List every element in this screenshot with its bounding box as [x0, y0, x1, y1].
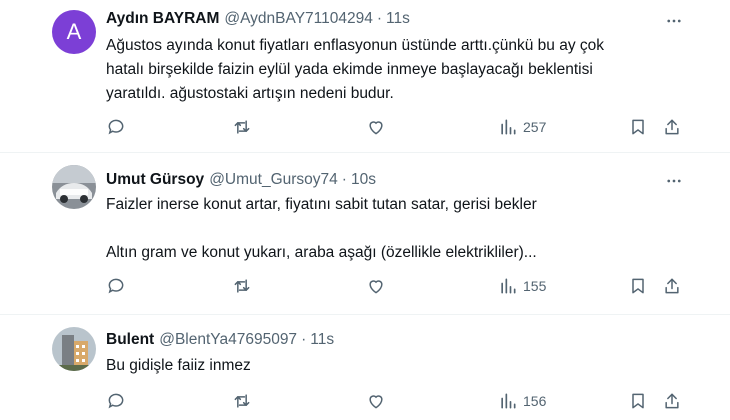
tweet[interactable]: Umut Gürsoy @Umut_Gursoy74 · 10s Faizler… — [0, 153, 730, 314]
bookmark-button[interactable] — [628, 390, 648, 412]
retweet-icon — [234, 120, 250, 134]
reply-button[interactable] — [106, 275, 126, 297]
more-options-icon[interactable] — [664, 11, 684, 31]
avatar[interactable] — [52, 165, 96, 209]
bookmark-icon — [632, 119, 644, 135]
tweet-text: Bu gidişle faiiz inmez — [106, 354, 666, 378]
heart-icon — [369, 121, 383, 135]
tweet[interactable]: Bulent @BlentYa47695097 · 11s Bu gidişle… — [0, 315, 730, 420]
author-name[interactable]: Umut Gürsoy — [106, 171, 204, 189]
author-handle[interactable]: @BlentYa47695097 — [159, 331, 297, 349]
more-options-icon[interactable] — [664, 171, 684, 191]
tweet-text-line: Ağustos ayında konut fiyatları enflasyon… — [106, 37, 605, 54]
tweet-text-line: Bu gidişle faiiz inmez — [106, 357, 251, 374]
bookmark-button[interactable] — [628, 275, 648, 297]
views-button[interactable]: 156 — [498, 390, 546, 412]
views-icon — [501, 119, 516, 135]
retweet-button[interactable] — [232, 116, 252, 138]
separator-dot: · — [376, 10, 383, 27]
timestamp[interactable]: 10s — [351, 171, 376, 189]
bookmark-icon — [632, 278, 644, 294]
share-icon — [665, 278, 679, 294]
author-handle[interactable]: @Umut_Gursoy74 — [209, 171, 338, 189]
tweet-actions: 155 — [106, 275, 686, 297]
reply-button[interactable] — [106, 116, 126, 138]
reply-icon — [108, 119, 124, 135]
share-button[interactable] — [662, 390, 682, 412]
share-button[interactable] — [662, 275, 682, 297]
tweet-text-line: hatalı birşekilde faizin eylül yada ekim… — [106, 61, 593, 78]
views-icon — [501, 278, 516, 294]
share-icon — [665, 393, 679, 409]
tweet-actions: 257 — [106, 116, 686, 138]
retweet-icon — [234, 394, 250, 408]
tweet-actions: 156 — [106, 390, 686, 412]
author-handle[interactable]: @AydnBAY71104294 — [224, 10, 372, 28]
tweet-text-line: Altın gram ve konut yukarı, araba aşağı … — [106, 244, 537, 261]
views-count: 156 — [523, 393, 547, 409]
separator-dot: · — [301, 331, 307, 348]
retweet-button[interactable] — [232, 390, 252, 412]
views-button[interactable]: 155 — [498, 275, 546, 297]
heart-icon — [369, 280, 383, 294]
separator-dot: · — [341, 171, 347, 188]
tweet-text-line — [106, 217, 666, 241]
share-icon — [665, 119, 679, 135]
reply-icon — [108, 393, 124, 409]
reply-icon — [108, 278, 124, 294]
tweet-text-line: yaratıldı. ağustostaki artışın nedeni bu… — [106, 85, 394, 102]
timestamp[interactable]: 11s — [386, 10, 410, 28]
tweet[interactable]: A Aydın BAYRAM @AydnBAY71104294 · 11s Ağ… — [0, 0, 730, 152]
tweet-text: Ağustos ayında konut fiyatları enflasyon… — [106, 34, 666, 106]
bookmark-icon — [632, 393, 644, 409]
avatar[interactable]: A — [52, 10, 96, 54]
author-name[interactable]: Bulent — [106, 331, 154, 349]
timestamp[interactable]: 11s — [310, 331, 334, 349]
avatar[interactable] — [52, 327, 96, 371]
bookmark-button[interactable] — [628, 116, 648, 138]
avatar-letter: A — [66, 19, 82, 44]
like-button[interactable] — [366, 390, 386, 412]
views-button[interactable]: 257 — [498, 116, 546, 138]
share-button[interactable] — [662, 116, 682, 138]
author-name[interactable]: Aydın BAYRAM — [106, 10, 219, 28]
views-icon — [501, 393, 516, 409]
views-count: 257 — [523, 119, 547, 135]
like-button[interactable] — [366, 275, 386, 297]
retweet-icon — [234, 279, 250, 293]
tweet-text-line: Faizler inerse konut artar, fiyatını sab… — [106, 196, 537, 213]
views-count: 155 — [523, 278, 547, 294]
like-button[interactable] — [366, 116, 386, 138]
reply-button[interactable] — [106, 390, 126, 412]
heart-icon — [369, 395, 383, 409]
tweet-text: Faizler inerse konut artar, fiyatını sab… — [106, 193, 666, 265]
retweet-button[interactable] — [232, 275, 252, 297]
